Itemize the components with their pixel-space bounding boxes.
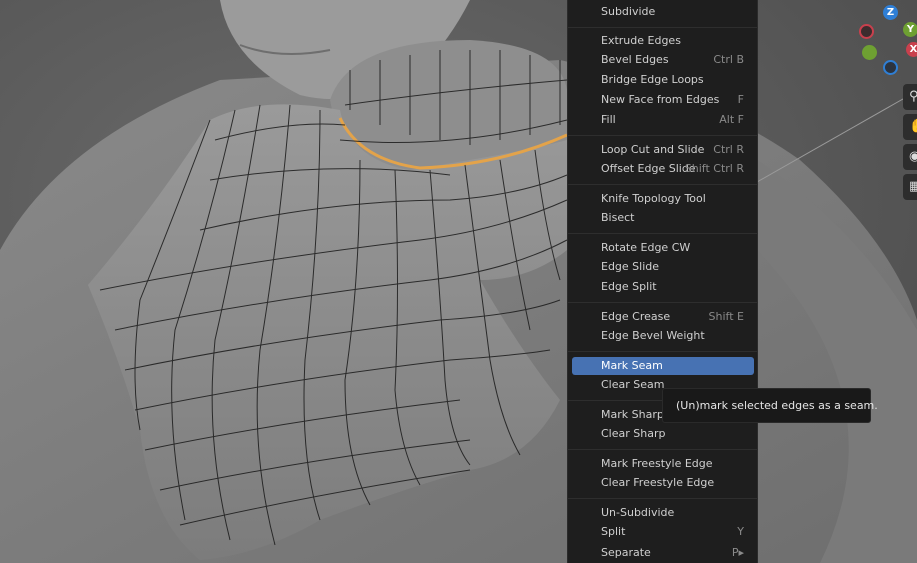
tooltip-text: (Un)mark selected edges as a seam. (676, 399, 878, 412)
menu-divider (568, 498, 757, 499)
menu-item-split[interactable]: Split Y (572, 523, 754, 541)
gizmo-z-axis[interactable]: Z (883, 5, 898, 20)
menu-item-edge-slide[interactable]: Edge Slide (572, 258, 754, 276)
edge-context-menu: Subdivide Extrude Edges Bevel Edges Ctrl… (567, 0, 758, 563)
menu-item-loop-cut-and-slide[interactable]: Loop Cut and Slide Ctrl R (572, 141, 754, 159)
menu-item-un-subdivide[interactable]: Un-Subdivide (572, 504, 754, 522)
menu-item-separate[interactable]: Separate P▸ (572, 544, 754, 562)
camera-icon[interactable]: ◉ (903, 144, 917, 170)
menu-divider (568, 184, 757, 185)
menu-item-new-face-from-edges[interactable]: New Face from Edges F (572, 91, 754, 109)
tooltip: (Un)mark selected edges as a seam. (662, 388, 878, 423)
gizmo-neg-y-axis[interactable] (862, 45, 877, 60)
menu-divider (568, 135, 757, 136)
menu-item-edge-split[interactable]: Edge Split (572, 278, 754, 296)
menu-item-clear-sharp[interactable]: Clear Sharp (572, 425, 754, 443)
mesh-render (0, 0, 917, 563)
zoom-icon[interactable]: ⚲ (903, 84, 917, 110)
menu-item-edge-crease[interactable]: Edge Crease Shift E (572, 308, 754, 326)
gizmo-y-axis[interactable]: Y (903, 22, 917, 37)
menu-divider (568, 233, 757, 234)
menu-item-clear-freestyle-edge[interactable]: Clear Freestyle Edge (572, 474, 754, 492)
menu-item-mark-freestyle-edge[interactable]: Mark Freestyle Edge (572, 455, 754, 473)
menu-item-mark-seam[interactable]: Mark Seam (572, 357, 754, 375)
hand-pan-icon[interactable]: ✋ (903, 114, 917, 140)
gizmo-x-axis[interactable]: X (906, 42, 917, 57)
menu-divider (568, 449, 757, 450)
menu-item-fill[interactable]: Fill Alt F (572, 111, 754, 129)
menu-item-rotate-edge-cw[interactable]: Rotate Edge CW (572, 239, 754, 257)
gizmo-neg-x-axis[interactable] (859, 24, 874, 39)
menu-item-edge-bevel-weight[interactable]: Edge Bevel Weight (572, 327, 754, 345)
grid-icon[interactable]: ▦ (903, 174, 917, 200)
menu-divider (568, 302, 757, 303)
menu-item-knife-topology-tool[interactable]: Knife Topology Tool (572, 190, 754, 208)
menu-item-offset-edge-slide[interactable]: Offset Edge Slide Shift Ctrl R (572, 160, 754, 178)
menu-item-bridge-edge-loops[interactable]: Bridge Edge Loops (572, 71, 754, 89)
menu-item-bisect[interactable]: Bisect (572, 209, 754, 227)
gizmo-neg-z-axis[interactable] (883, 60, 898, 75)
3d-viewport[interactable]: Z Y X ⚲ ✋ ◉ ▦ (0, 0, 917, 563)
menu-item-subdivide[interactable]: Subdivide (572, 3, 754, 21)
menu-divider (568, 27, 757, 28)
menu-item-bevel-edges[interactable]: Bevel Edges Ctrl B (572, 51, 754, 69)
menu-item-extrude-edges[interactable]: Extrude Edges (572, 32, 754, 50)
menu-divider (568, 351, 757, 352)
